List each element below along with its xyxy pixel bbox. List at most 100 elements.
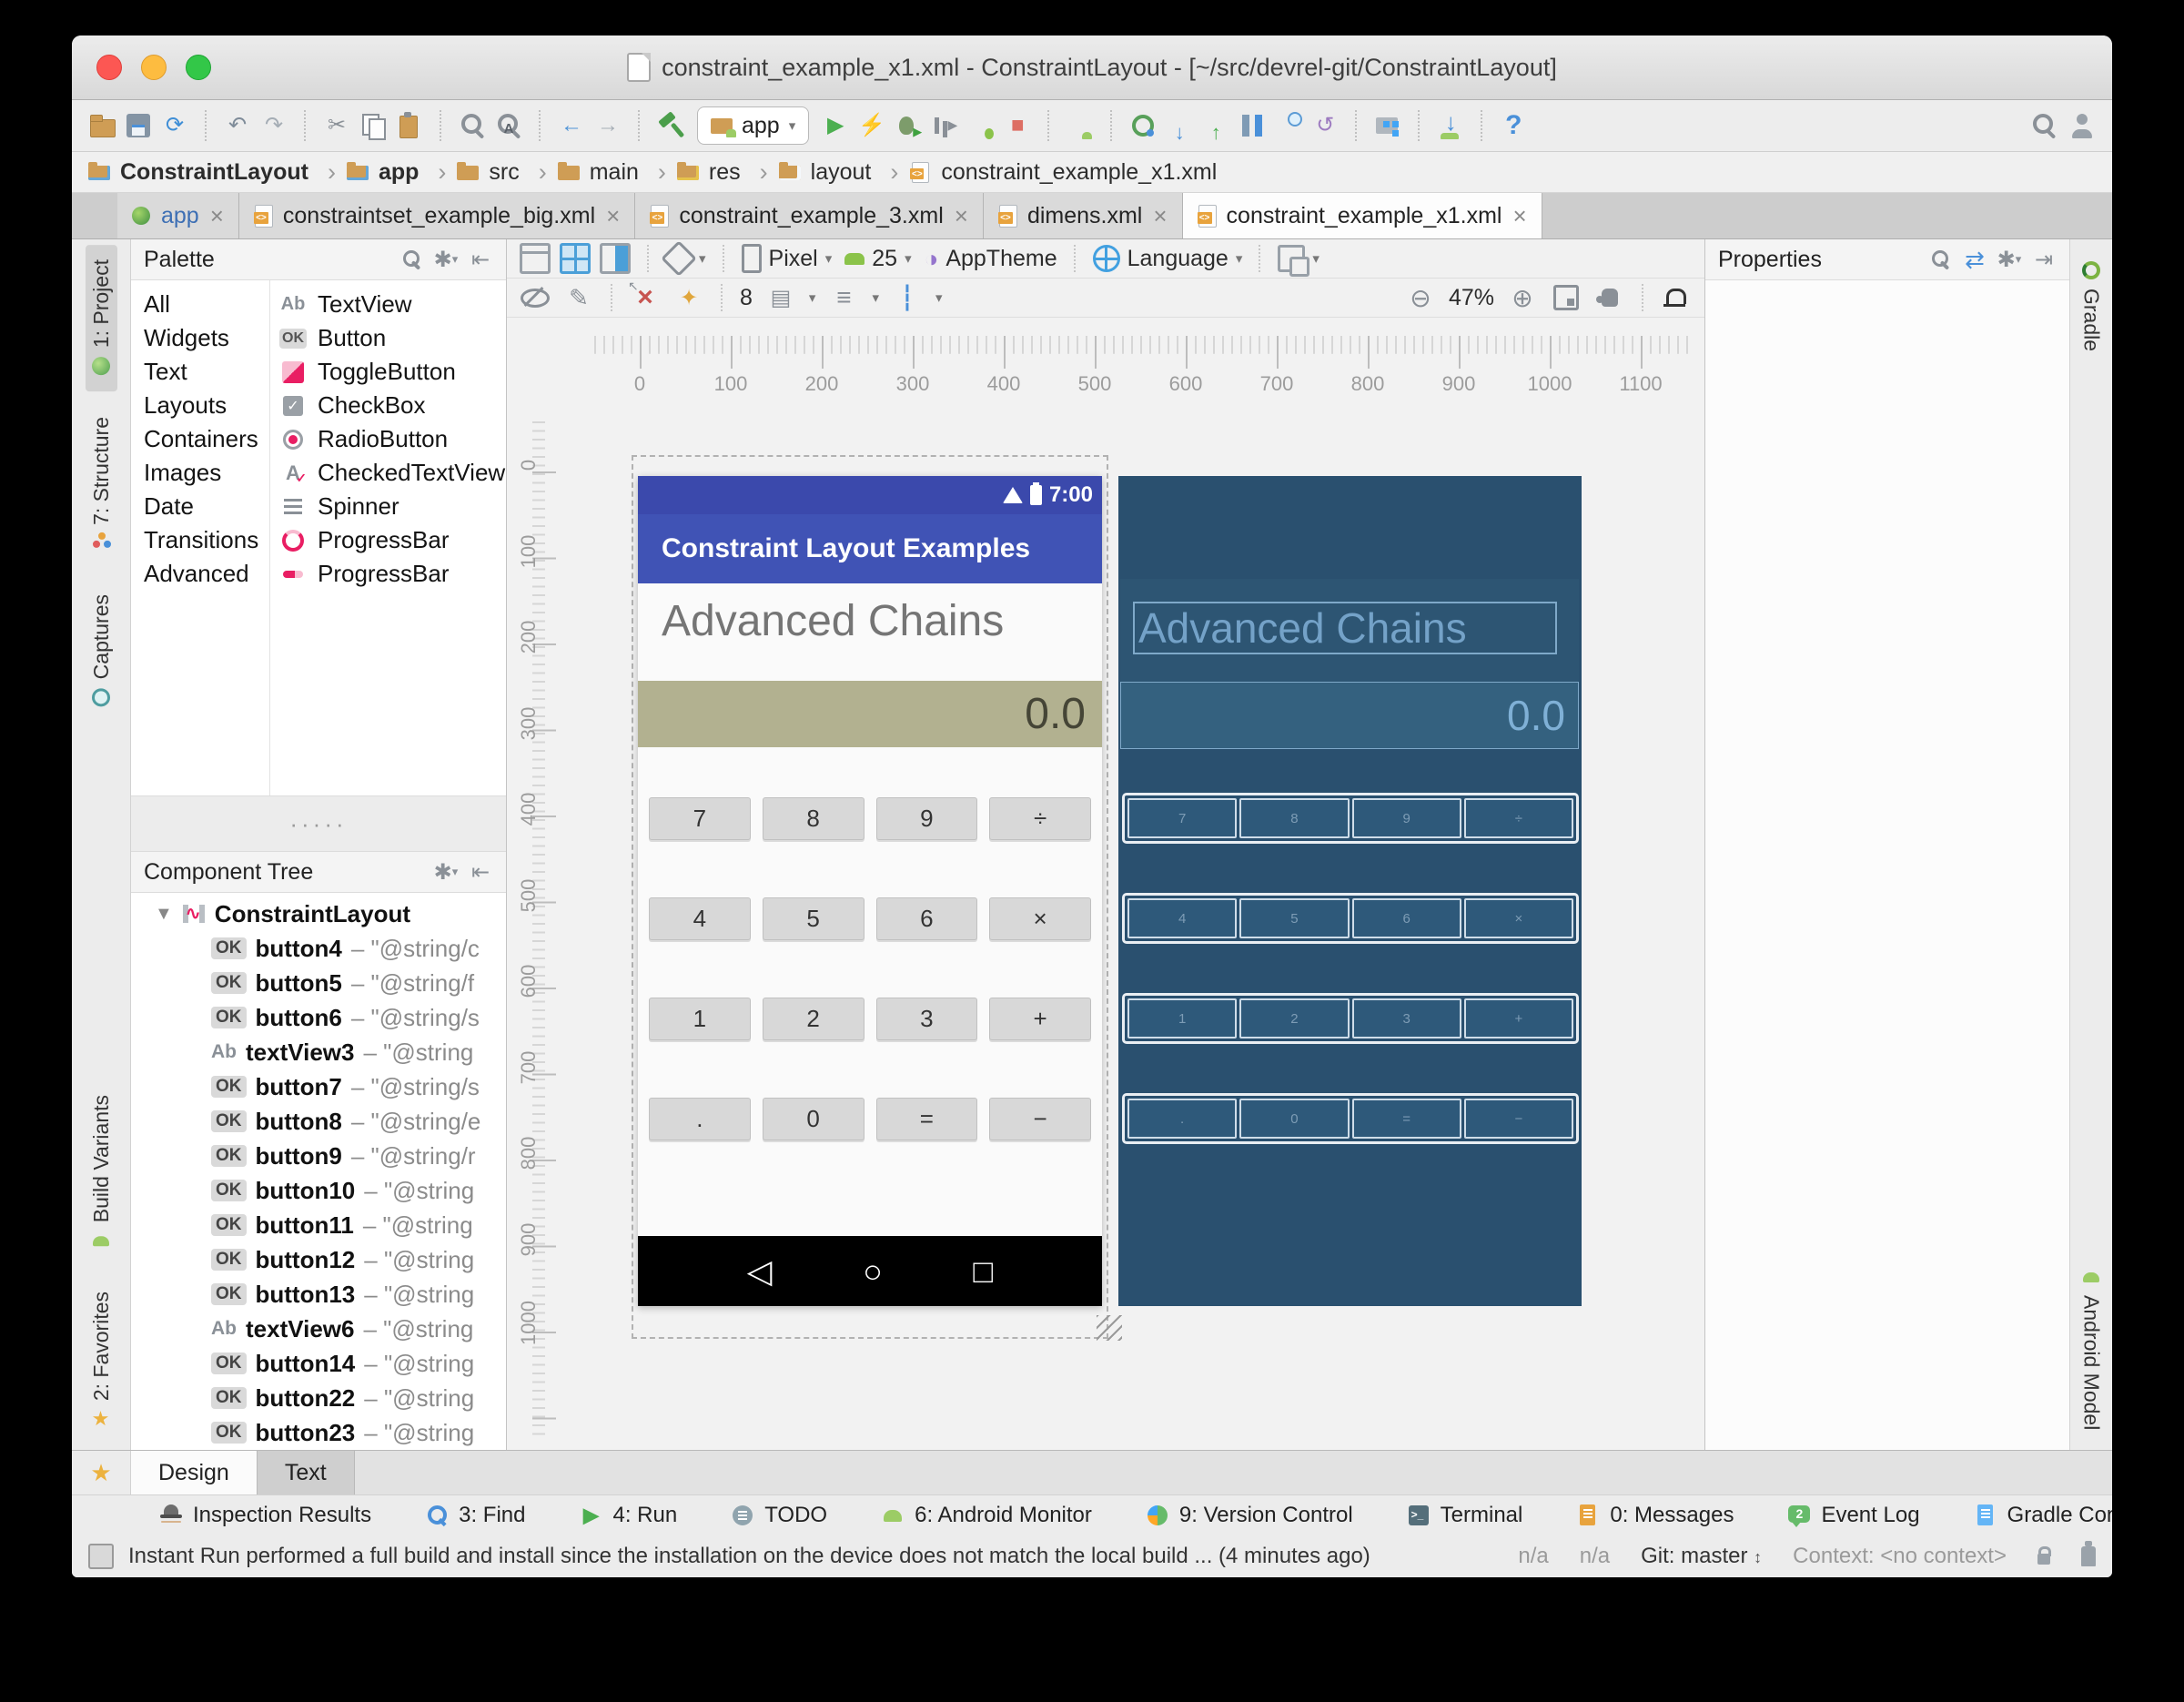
redo-icon[interactable]: ↷: [258, 110, 289, 141]
calculator-button[interactable]: 1: [649, 998, 751, 1040]
tool-window-button[interactable]: Build Variants: [86, 1080, 117, 1266]
save-icon[interactable]: [123, 110, 154, 141]
breadcrumb-item[interactable]: app: [347, 158, 457, 187]
nav-back-icon[interactable]: ◁: [747, 1252, 773, 1291]
palette-category[interactable]: Layouts: [131, 389, 269, 422]
replace-icon[interactable]: A: [493, 110, 524, 141]
divider[interactable]: [440, 110, 442, 141]
gradle-sync-icon[interactable]: [1127, 110, 1158, 141]
tree-row[interactable]: OK button9 – "@string/r: [131, 1139, 506, 1173]
dock-left-icon[interactable]: [468, 859, 493, 885]
breadcrumb-item[interactable]: constraint_example_x1.xml: [909, 159, 1217, 186]
blueprint-button[interactable]: 6: [1352, 898, 1461, 938]
help-icon[interactable]: ?: [1498, 110, 1529, 141]
search-icon[interactable]: [1927, 247, 1953, 272]
device-selector[interactable]: Pixel▾: [742, 244, 833, 273]
tool-window-button[interactable]: 2: Favorites: [86, 1277, 117, 1444]
tab-close-icon[interactable]: ×: [210, 202, 224, 230]
instant-run-icon[interactable]: ⚡: [856, 110, 887, 141]
calculator-button[interactable]: 0: [763, 1098, 864, 1140]
vcs-update-icon[interactable]: [1164, 110, 1195, 141]
run-icon[interactable]: ▶: [820, 110, 851, 141]
close-button[interactable]: [96, 55, 122, 80]
tree-row[interactable]: OK button22 – "@string: [131, 1381, 506, 1415]
pan-icon[interactable]: [1602, 289, 1618, 307]
blueprint-button[interactable]: ÷: [1464, 798, 1573, 838]
tree-row[interactable]: OK button13 – "@string: [131, 1277, 506, 1312]
calculator-button[interactable]: ÷: [989, 797, 1091, 840]
blueprint-button[interactable]: 8: [1239, 798, 1349, 838]
blueprint-button[interactable]: −: [1464, 1099, 1573, 1139]
divider[interactable]: [539, 110, 541, 141]
editor-tab[interactable]: constraint_example_3.xml ×: [635, 193, 984, 238]
blueprint-heading-textview[interactable]: Advanced Chains: [1133, 602, 1557, 654]
variant-selector[interactable]: ▾: [1278, 245, 1320, 272]
tree-row[interactable]: OK button5 – "@string/f: [131, 966, 506, 1000]
palette-category[interactable]: Text: [131, 355, 269, 389]
search-icon[interactable]: [2028, 110, 2059, 141]
debug-icon[interactable]: [893, 110, 924, 141]
zoom-fit-icon[interactable]: [1553, 285, 1579, 310]
stop-icon[interactable]: ■: [1002, 110, 1033, 141]
tool-window-toggle[interactable]: 4: Run: [578, 1503, 677, 1528]
hector-status-icon[interactable]: [2081, 1546, 2096, 1566]
calculator-button[interactable]: 3: [876, 998, 978, 1040]
blueprint-button[interactable]: 7: [1127, 798, 1237, 838]
tab-close-icon[interactable]: ×: [606, 202, 620, 230]
tree-row[interactable]: OK button8 – "@string/e: [131, 1104, 506, 1139]
palette-widget-item[interactable]: CheckedTextView: [270, 456, 506, 490]
locale-selector[interactable]: Language▾: [1093, 245, 1243, 272]
swap-icon[interactable]: [1962, 247, 1987, 272]
minimize-button[interactable]: [141, 55, 167, 80]
palette-widget-item[interactable]: Spinner: [270, 490, 506, 523]
tool-window-toggle[interactable]: 3: Find: [424, 1503, 525, 1528]
tree-row[interactable]: OK button12 – "@string: [131, 1242, 506, 1277]
notifications-icon[interactable]: [1666, 289, 1686, 304]
calculator-display[interactable]: 0.0: [638, 681, 1102, 747]
blueprint-button[interactable]: 4: [1127, 898, 1237, 938]
undo-icon[interactable]: ↶: [222, 110, 253, 141]
tool-window-toggle[interactable]: Gradle Console: [1973, 1503, 2112, 1528]
divider[interactable]: [1481, 110, 1483, 141]
cut-icon[interactable]: ✂: [321, 110, 352, 141]
calculator-button[interactable]: 6: [876, 897, 978, 940]
calculator-button[interactable]: =: [876, 1098, 978, 1140]
vcs-commit-icon[interactable]: [1200, 110, 1231, 141]
palette-category[interactable]: Images: [131, 456, 269, 490]
calculator-button[interactable]: −: [989, 1098, 1091, 1140]
guideline-icon[interactable]: [892, 282, 923, 313]
tool-window-toggle[interactable]: TODO: [730, 1503, 827, 1528]
tree-row[interactable]: OK button11 – "@string: [131, 1208, 506, 1242]
blueprint-button[interactable]: 2: [1239, 998, 1349, 1038]
editor-tab[interactable]: constraintset_example_big.xml ×: [239, 193, 635, 238]
divider[interactable]: [304, 110, 307, 141]
calculator-button[interactable]: 9: [876, 797, 978, 840]
gear-icon[interactable]: [1997, 247, 2022, 272]
blueprint-button[interactable]: =: [1352, 1099, 1461, 1139]
show-constraints-icon[interactable]: [521, 289, 550, 308]
design-view-icon[interactable]: [520, 243, 551, 274]
lock-icon[interactable]: [2037, 1554, 2050, 1565]
run-configuration-selector[interactable]: app ▾: [697, 106, 809, 145]
tree-row[interactable]: OK button4 – "@string/c: [131, 931, 506, 966]
tree-row[interactable]: OK button6 – "@string/s: [131, 1000, 506, 1035]
calculator-button[interactable]: ×: [989, 897, 1091, 940]
blueprint-button[interactable]: ×: [1464, 898, 1573, 938]
tool-window-toggle[interactable]: 0: Messages: [1575, 1503, 1734, 1528]
clear-constraints-icon[interactable]: [630, 282, 661, 313]
zoom-button[interactable]: [186, 55, 211, 80]
divider[interactable]: [1355, 110, 1358, 141]
tool-window-button[interactable]: 7: Structure: [86, 402, 117, 569]
rollback-icon[interactable]: ↺: [1309, 110, 1340, 141]
theme-selector[interactable]: AppTheme: [925, 245, 1057, 273]
api-level-selector[interactable]: 25▾: [844, 246, 911, 272]
palette-widget-item[interactable]: RadioButton: [270, 422, 506, 456]
tool-window-toggle[interactable]: 2 Event Log: [1786, 1503, 1919, 1528]
attach-debugger-icon[interactable]: [966, 110, 996, 141]
tree-row[interactable]: Ab textView3 – "@string: [131, 1035, 506, 1069]
recent-changes-icon[interactable]: [1273, 110, 1304, 141]
palette-category[interactable]: Advanced: [131, 557, 269, 591]
orientation-selector[interactable]: ▾: [666, 246, 706, 271]
resize-handle[interactable]: [1097, 1315, 1122, 1341]
divider[interactable]: [1047, 110, 1050, 141]
